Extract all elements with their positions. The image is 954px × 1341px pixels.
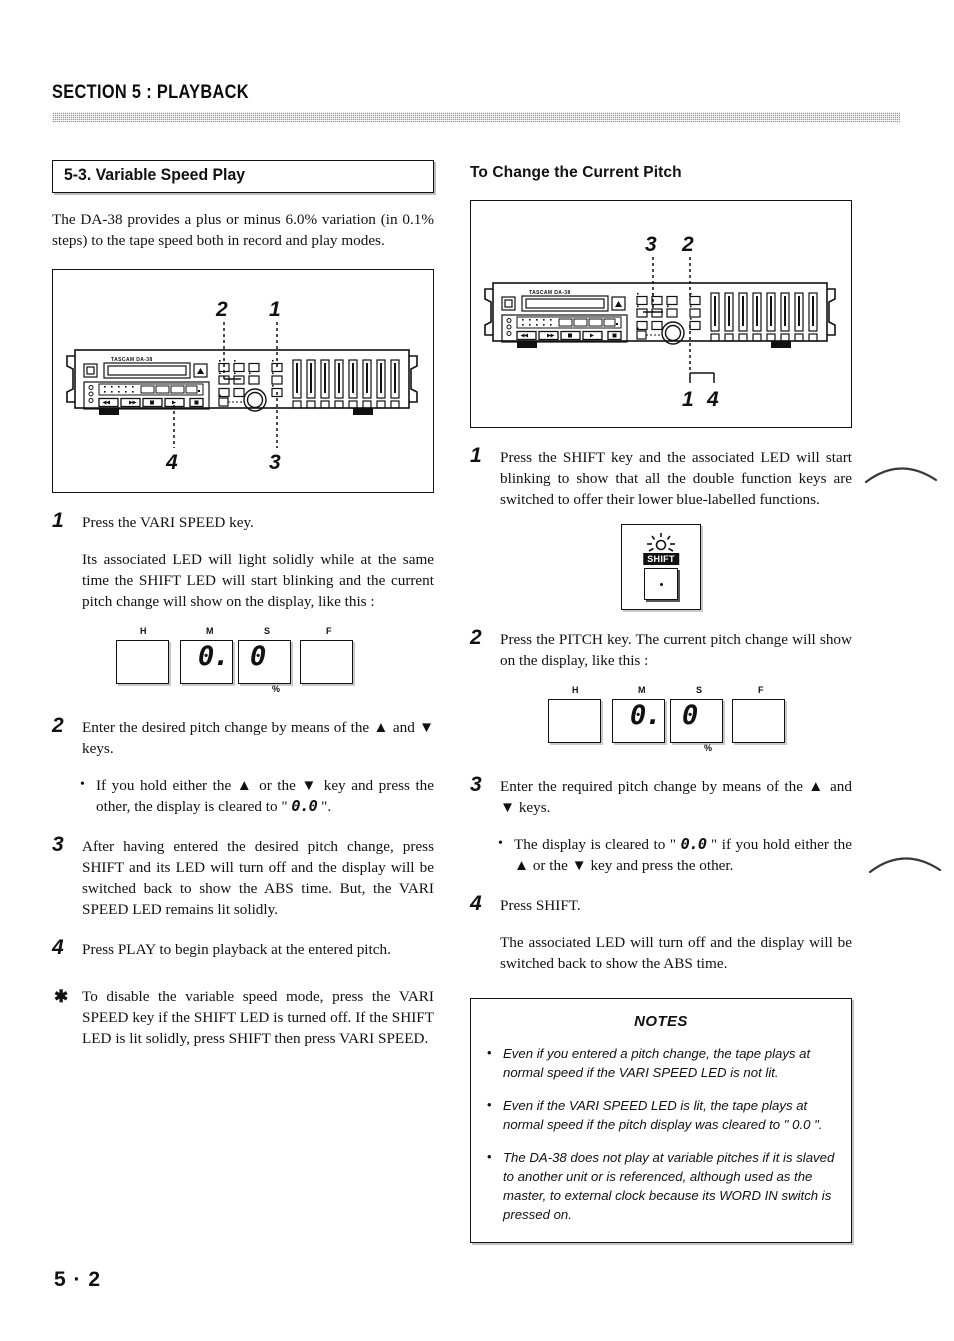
display-caption-h: H [572, 685, 579, 695]
display-digit-m: 0. [198, 641, 230, 672]
display-caption-f: F [326, 626, 332, 636]
bullet-lcd-value: 0.0 [291, 797, 318, 815]
step-number: 2 [470, 626, 482, 649]
display-cell-f [300, 640, 353, 684]
left-bullet-1: If you hold either the ▲ or the ▼ key an… [80, 774, 434, 817]
left-step-2: 2 Enter the desired pitch change by mean… [52, 714, 434, 759]
callout-4: 4 [706, 388, 719, 411]
intro-paragraph: The DA-38 provides a plus or minus 6.0% … [52, 211, 434, 249]
display-caption-h: H [140, 626, 147, 636]
right-step-4: 4 Press SHIFT. The associated LED will t… [470, 892, 852, 974]
step-number: 3 [52, 833, 64, 856]
left-step-1: 1 Press the VARI SPEED key. Its associat… [52, 509, 434, 612]
bullet-text-pre: The display is cleared to " [514, 836, 681, 853]
step-text: Press PLAY to begin playback at the ente… [82, 941, 391, 958]
shift-key-figure: SHIFT [621, 524, 701, 610]
svg-text:TASCAM DA-38: TASCAM DA-38 [111, 357, 153, 363]
display-cell-h [548, 699, 601, 743]
display-digit-s: 0 [682, 700, 698, 731]
manual-page: SECTION 5 : PLAYBACK 5-3. Variable Speed… [0, 0, 954, 1341]
header-rule [52, 112, 900, 123]
scan-artifact-arc [868, 857, 942, 874]
right-step-3: 3 Enter the required pitch change by mea… [470, 773, 852, 818]
callout-1: 1 [269, 298, 281, 321]
display-digit-m: 0. [630, 700, 662, 731]
step-text: Press SHIFT. [500, 897, 581, 914]
figure-da38-right: TASCAM DA-38 3 2 1 4 [470, 200, 852, 428]
step-number: 3 [470, 773, 482, 796]
step-number: 1 [52, 509, 64, 532]
callout-2: 2 [681, 233, 694, 256]
page-title: SECTION 5 : PLAYBACK [52, 82, 249, 103]
step-number: 4 [52, 936, 64, 959]
display-caption-m: M [638, 685, 646, 695]
scan-artifact-arc [864, 467, 938, 484]
display-caption-f: F [758, 685, 764, 695]
bullet-text-post: ". [317, 798, 332, 815]
step-text: Enter the required pitch change by means… [500, 778, 852, 816]
right-column-title: To Change the Current Pitch [470, 164, 682, 181]
da38-front-panel-illustration: TASCAM DA-38 [66, 298, 418, 474]
bullet-lcd-value: 0.0 [680, 835, 707, 853]
shift-key-label: SHIFT [643, 553, 679, 565]
subsection-title: 5-3. Variable Speed Play [64, 165, 246, 184]
right-step-1: 1 Press the SHIFT key and the associated… [470, 444, 852, 510]
notes-box: NOTES Even if you entered a pitch change… [470, 998, 852, 1243]
display-cell-f [732, 699, 785, 743]
display-caption-s: S [264, 626, 271, 636]
note-item: The DA-38 does not play at variable pitc… [487, 1147, 835, 1224]
step-text: Press the SHIFT key and the associated L… [500, 449, 852, 508]
key-dot [659, 582, 663, 586]
asterisk-note-text: To disable the variable speed mode, pres… [82, 988, 434, 1047]
display-unit-percent: % [272, 684, 281, 694]
da38-front-panel-illustration: TASCAM DA-38 [484, 233, 836, 411]
callout-3: 3 [645, 233, 657, 256]
step-number: 1 [470, 444, 482, 467]
asterisk-marker: ✱ [54, 987, 69, 1006]
bullet-text-pre: If you hold either the ▲ or the ▼ key an… [96, 777, 434, 815]
notes-heading: NOTES [634, 1013, 688, 1030]
display-caption-m: M [206, 626, 214, 636]
subsection-title-box: 5-3. Variable Speed Play [52, 160, 434, 193]
left-column: 5-3. Variable Speed Play The DA-38 provi… [52, 160, 434, 1049]
step-text: Press the PITCH key. The current pitch c… [500, 631, 852, 669]
left-asterisk-note: ✱ To disable the variable speed mode, pr… [52, 986, 434, 1049]
step-number: 2 [52, 714, 64, 737]
callout-4: 4 [165, 451, 178, 474]
display-caption-s: S [696, 685, 703, 695]
page-number: 5 · 2 [54, 1268, 102, 1291]
display-cell-h [116, 640, 169, 684]
step-text: Press the VARI SPEED key. [82, 514, 254, 531]
step-text: Enter the desired pitch change by means … [82, 719, 434, 757]
step-subtext: Its associated LED will light solidly wh… [82, 551, 434, 610]
display-unit-percent: % [704, 743, 713, 753]
right-step-2: 2 Press the PITCH key. The current pitch… [470, 626, 852, 671]
figure-da38-left: TASCAM DA-38 2 1 4 3 [52, 269, 434, 493]
left-step-3: 3 After having entered the desired pitch… [52, 833, 434, 920]
svg-text:TASCAM DA-38: TASCAM DA-38 [529, 290, 571, 296]
pitch-display-figure-right: H M S F 0. 0 % [530, 685, 785, 757]
right-bullet-1: The display is cleared to " 0.0 " if you… [498, 833, 852, 876]
left-step-4: 4 Press PLAY to begin playback at the en… [52, 936, 434, 960]
right-column: To Change the Current Pitch TASCAM DA-38 [470, 160, 852, 1243]
shift-key-button[interactable] [644, 568, 678, 600]
note-item: Even if the VARI SPEED LED is lit, the t… [487, 1095, 835, 1134]
callout-1: 1 [682, 388, 694, 411]
pitch-display-figure-left: H M S F 0. 0 % [98, 626, 353, 698]
blinking-led-burst-icon [647, 533, 675, 552]
step-text: After having entered the desired pitch c… [82, 838, 434, 918]
step-number: 4 [470, 892, 482, 915]
display-digit-s: 0 [250, 641, 266, 672]
note-item: Even if you entered a pitch change, the … [487, 1043, 835, 1082]
step-subtext: The associated LED will turn off and the… [500, 934, 852, 972]
callout-2: 2 [215, 298, 228, 321]
callout-3: 3 [269, 451, 281, 474]
